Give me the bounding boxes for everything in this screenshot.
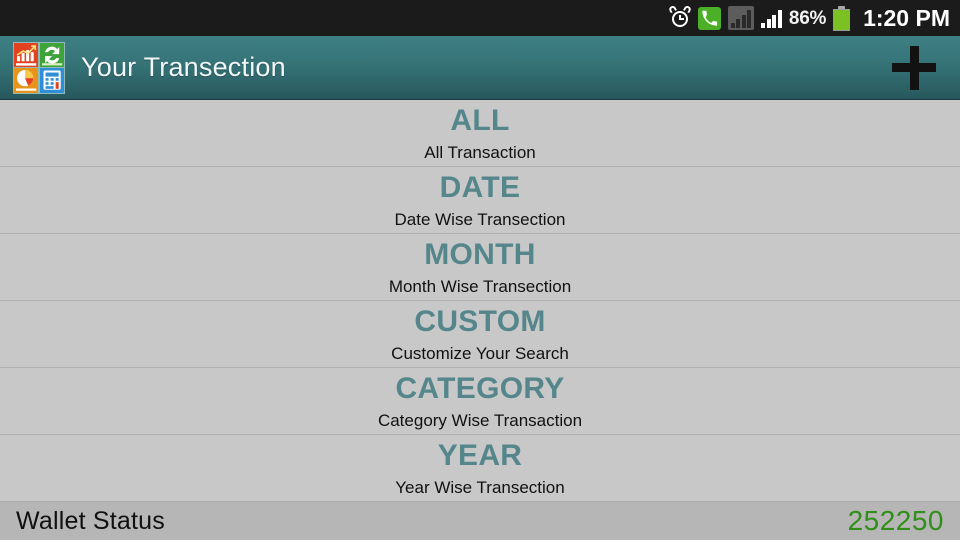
list-item-subtitle: Month Wise Transection	[388, 276, 572, 296]
list-item-subtitle: Customize Your Search	[391, 343, 569, 363]
list-item-title: MONTH	[424, 237, 536, 271]
app-logo-icon	[13, 41, 65, 94]
list-item-month[interactable]: MONTH Month Wise Transection	[0, 234, 960, 301]
list-item-subtitle: Year Wise Transection	[395, 477, 565, 497]
list-item-year[interactable]: YEAR Year Wise Transection	[0, 435, 960, 501]
add-transaction-button[interactable]	[890, 44, 938, 92]
list-item-title: DATE	[439, 170, 521, 204]
transaction-filter-list[interactable]: ALL All Transaction DATE Date Wise Trans…	[0, 100, 960, 501]
alarm-clock-icon	[667, 4, 692, 30]
list-item-subtitle: Date Wise Transection	[394, 209, 566, 229]
list-item-all[interactable]: ALL All Transaction	[0, 100, 960, 167]
list-item-title: ALL	[450, 103, 510, 137]
status-icon-group: 86% 1:20 PM	[667, 0, 950, 36]
list-item-subtitle: Category Wise Transaction	[377, 410, 583, 430]
list-item-title: CUSTOM	[414, 304, 546, 338]
list-item-title: YEAR	[437, 438, 523, 472]
system-status-bar: 86% 1:20 PM	[0, 0, 960, 36]
signal-bars-icon	[761, 8, 782, 28]
phone-call-icon	[697, 6, 721, 30]
calculator-tile-icon	[39, 68, 64, 93]
app-root: 86% 1:20 PM Your Transection ALL All Tra…	[0, 0, 960, 540]
pie-chart-tile-icon	[14, 68, 39, 93]
signal-bars-dim-icon	[727, 6, 755, 30]
wallet-status-label: Wallet Status	[16, 506, 165, 535]
list-item-date[interactable]: DATE Date Wise Transection	[0, 167, 960, 234]
action-bar: Your Transection	[0, 36, 960, 100]
battery-icon	[833, 5, 851, 31]
list-item-custom[interactable]: CUSTOM Customize Your Search	[0, 301, 960, 368]
list-item-subtitle: All Transaction	[424, 142, 536, 162]
wallet-status-bar: Wallet Status 252250	[0, 501, 960, 540]
list-item-category[interactable]: CATEGORY Category Wise Transaction	[0, 368, 960, 435]
battery-percent-label: 86%	[788, 7, 827, 29]
clock-label: 1:20 PM	[863, 4, 950, 31]
page-title: Your Transection	[81, 52, 286, 82]
list-item-title: CATEGORY	[395, 371, 565, 405]
plus-icon-vertical	[909, 45, 919, 90]
bar-chart-tile-icon	[14, 42, 39, 67]
exchange-arrows-tile-icon	[39, 42, 64, 67]
wallet-balance-value: 252250	[847, 505, 944, 536]
